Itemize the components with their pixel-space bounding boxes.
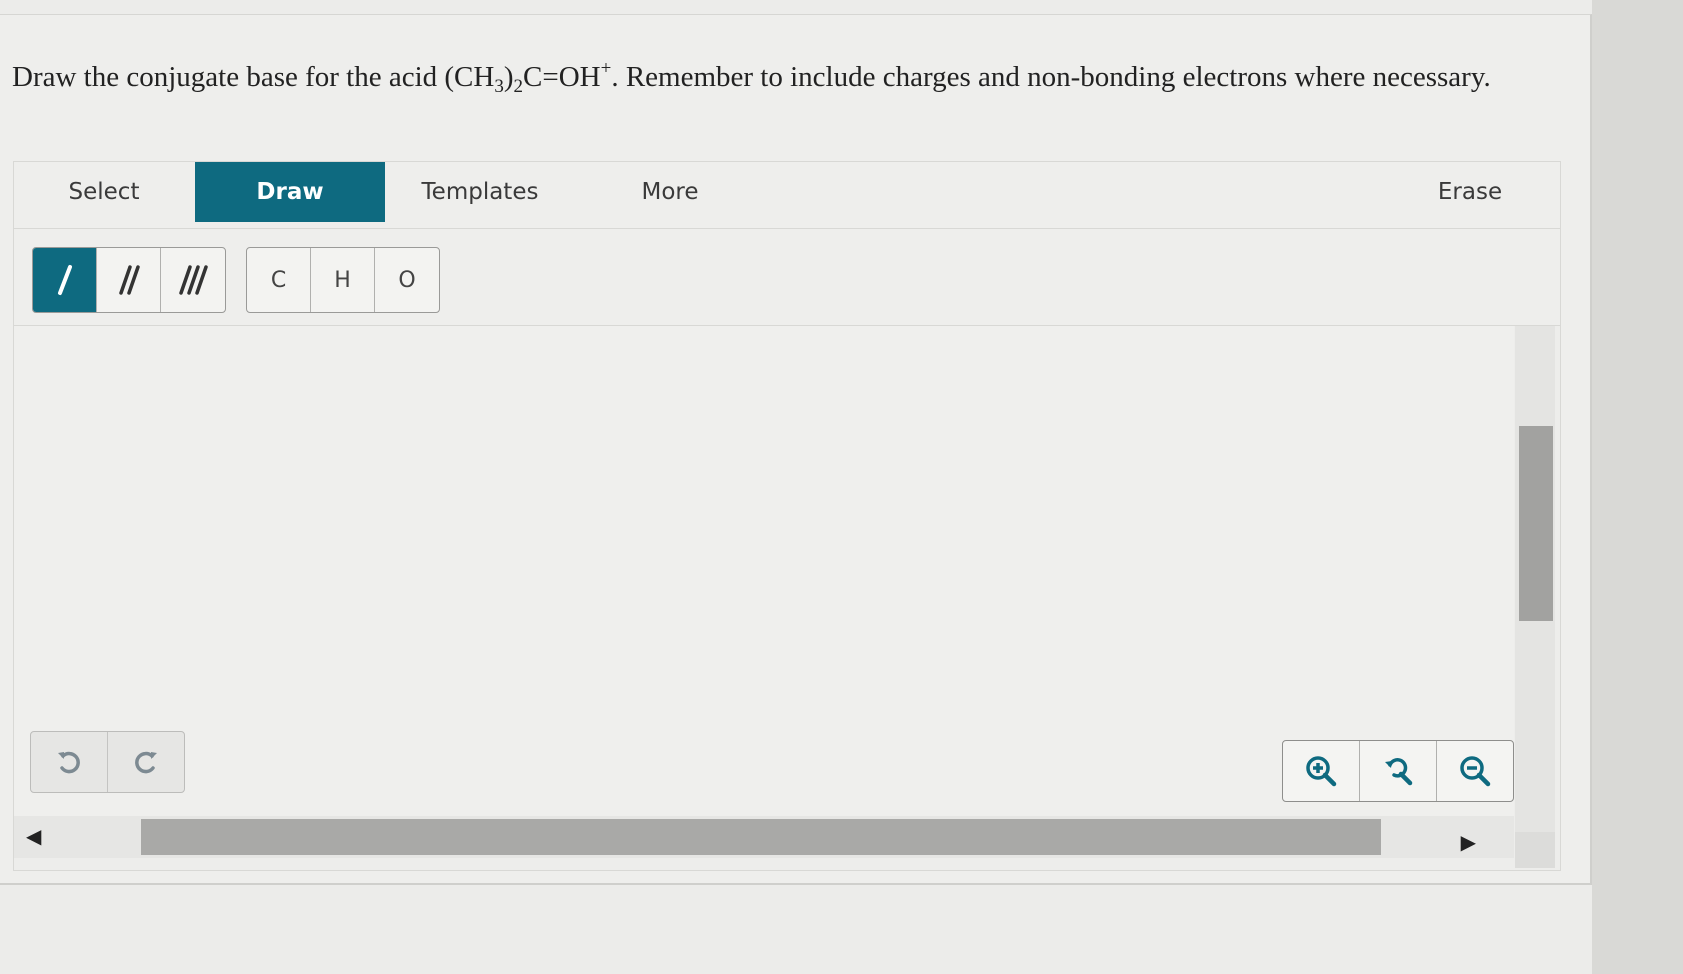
prompt-superscript-charge: + [600, 58, 612, 79]
undo-icon [58, 751, 80, 774]
prompt-subscript-2: 2 [513, 76, 524, 97]
atom-tool-group: C H O [246, 247, 440, 313]
undo-button[interactable] [31, 732, 108, 792]
scroll-left-arrow-icon[interactable]: ◀ [26, 824, 41, 849]
tab-templates[interactable]: Templates [385, 162, 575, 222]
double-bond-icon [118, 265, 140, 295]
redo-button[interactable] [108, 732, 184, 792]
triple-bond-button[interactable] [161, 248, 225, 312]
tab-erase[interactable]: Erase [1380, 162, 1560, 222]
horizontal-scrollbar[interactable]: ◀ ▶ [14, 816, 1514, 858]
question-card: Draw the conjugate base for the acid (CH… [0, 14, 1592, 885]
single-bond-icon [57, 265, 72, 295]
molecule-editor: Select Draw Templates More Erase C H O ◀… [13, 161, 1561, 871]
atom-carbon-button[interactable]: C [247, 248, 311, 312]
prompt-text-3: C=OH [523, 61, 601, 93]
prompt-subscript-1: 3 [494, 76, 504, 97]
zoom-out-icon [1460, 756, 1491, 787]
vertical-scrollbar[interactable]: ▼ [1515, 326, 1555, 851]
vertical-scroll-thumb[interactable] [1519, 426, 1553, 621]
atom-oxygen-button[interactable]: O [375, 248, 439, 312]
scrollbar-corner [1515, 832, 1555, 868]
atom-hydrogen-button[interactable]: H [311, 248, 375, 312]
zoom-reset-icon [1385, 758, 1413, 786]
zoom-in-button[interactable] [1283, 741, 1360, 801]
prompt-text-1: Draw the conjugate base for the acid (CH [12, 61, 495, 93]
draw-toolbar: C H O [14, 229, 1560, 326]
double-bond-button[interactable] [97, 248, 161, 312]
editor-tabbar: Select Draw Templates More Erase [14, 162, 1560, 229]
prompt-text-2: ) [503, 61, 514, 93]
question-prompt: Draw the conjugate base for the acid (CH… [12, 55, 1572, 100]
redo-icon [135, 751, 157, 774]
bond-tool-group [32, 247, 226, 313]
tab-more[interactable]: More [575, 162, 765, 222]
triple-bond-icon [179, 265, 208, 295]
tab-draw[interactable]: Draw [195, 162, 385, 222]
history-button-group [30, 731, 185, 793]
zoom-in-icon [1306, 756, 1337, 787]
page-margin [1592, 0, 1683, 974]
zoom-button-group [1282, 740, 1514, 802]
scroll-right-arrow-icon[interactable]: ▶ [1461, 830, 1476, 855]
prompt-text-4: . Remember to include charges and non-bo… [611, 61, 1491, 93]
zoom-out-button[interactable] [1437, 741, 1513, 801]
page: Draw the conjugate base for the acid (CH… [0, 0, 1683, 974]
zoom-reset-button[interactable] [1360, 741, 1437, 801]
horizontal-scroll-thumb[interactable] [141, 819, 1381, 855]
single-bond-button[interactable] [33, 248, 97, 312]
tab-select[interactable]: Select [14, 162, 194, 222]
